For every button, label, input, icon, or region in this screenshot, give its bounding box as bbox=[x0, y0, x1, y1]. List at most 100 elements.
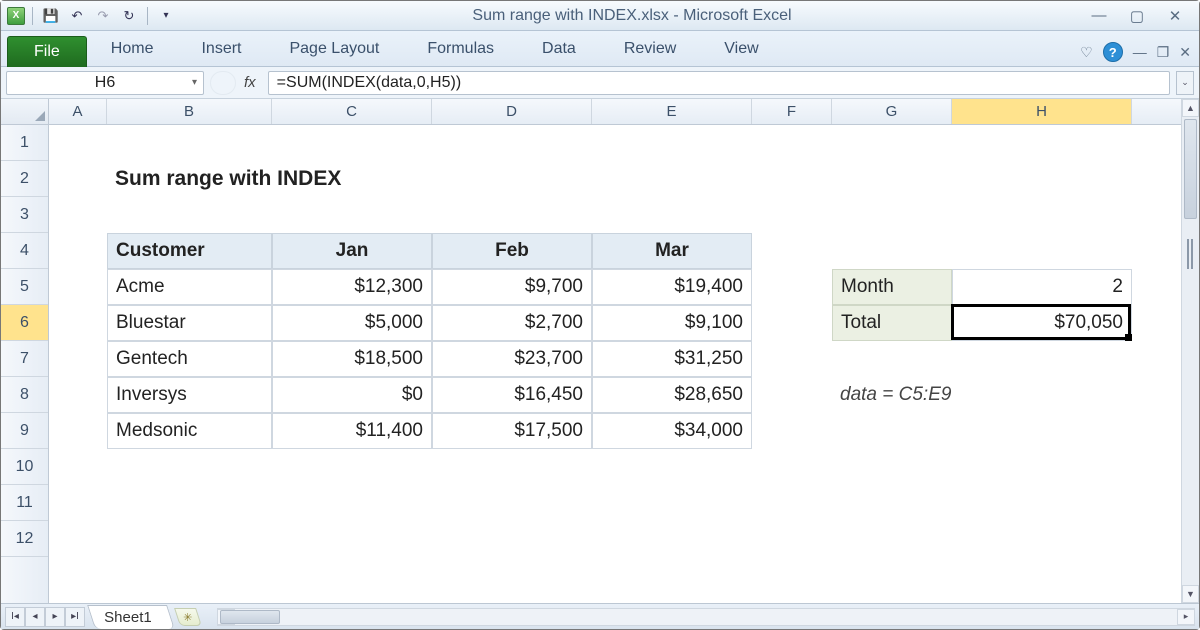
table-row-mar[interactable]: $28,650 bbox=[592, 377, 752, 413]
table-header-mar[interactable]: Mar bbox=[592, 233, 752, 269]
qat-separator bbox=[32, 7, 33, 25]
row-header-7[interactable]: 7 bbox=[1, 341, 48, 377]
page-title[interactable]: Sum range with INDEX bbox=[107, 161, 752, 197]
table-row-feb[interactable]: $9,700 bbox=[432, 269, 592, 305]
status-bar: I◂ ◂ ▸ ▸I Sheet1 ✳ ◂ ▸ bbox=[1, 603, 1199, 629]
window-title: Sum range with INDEX.xlsx - Microsoft Ex… bbox=[177, 7, 1087, 25]
col-header-D[interactable]: D bbox=[432, 99, 592, 124]
tab-view[interactable]: View bbox=[700, 32, 782, 66]
select-all-cell[interactable] bbox=[1, 99, 49, 125]
formula-input[interactable]: =SUM(INDEX(data,0,H5)) bbox=[268, 71, 1170, 95]
maximize-icon[interactable]: ▢ bbox=[1125, 7, 1149, 25]
col-header-F[interactable]: F bbox=[752, 99, 832, 124]
doc-close-icon[interactable]: ✕ bbox=[1179, 44, 1191, 61]
month-value[interactable]: 2 bbox=[952, 269, 1132, 305]
file-tab[interactable]: File bbox=[7, 36, 87, 67]
cancel-formula-icon[interactable] bbox=[210, 71, 236, 95]
col-header-G[interactable]: G bbox=[832, 99, 952, 124]
table-row-mar[interactable]: $31,250 bbox=[592, 341, 752, 377]
ribbon-minimize-icon[interactable]: ♡ bbox=[1080, 44, 1093, 61]
table-row-customer[interactable]: Medsonic bbox=[107, 413, 272, 449]
prev-sheet-icon[interactable]: ◂ bbox=[25, 607, 45, 627]
table-row-mar[interactable]: $9,100 bbox=[592, 305, 752, 341]
new-sheet-icon[interactable]: ✳ bbox=[174, 608, 202, 626]
undo-icon[interactable]: ↶ bbox=[66, 5, 88, 27]
sheet-tab[interactable]: Sheet1 bbox=[87, 605, 174, 629]
total-label[interactable]: Total bbox=[832, 305, 952, 341]
scroll-down-icon[interactable]: ▼ bbox=[1182, 585, 1199, 603]
vertical-scrollbar[interactable]: ▲ ▼ bbox=[1181, 99, 1199, 603]
row-header-8[interactable]: 8 bbox=[1, 377, 48, 413]
table-row-feb[interactable]: $23,700 bbox=[432, 341, 592, 377]
doc-minimize-icon[interactable]: — bbox=[1133, 44, 1147, 60]
tab-review[interactable]: Review bbox=[600, 32, 700, 66]
col-header-E[interactable]: E bbox=[592, 99, 752, 124]
table-row-customer[interactable]: Acme bbox=[107, 269, 272, 305]
table-row-feb[interactable]: $2,700 bbox=[432, 305, 592, 341]
redo-icon[interactable]: ↷ bbox=[92, 5, 114, 27]
minimize-icon[interactable]: — bbox=[1087, 7, 1111, 25]
col-header-H[interactable]: H bbox=[952, 99, 1132, 124]
qat-customize-icon[interactable]: ▾ bbox=[155, 5, 177, 27]
h-scroll-thumb[interactable] bbox=[220, 610, 280, 624]
table-row-feb[interactable]: $16,450 bbox=[432, 377, 592, 413]
expand-formula-icon[interactable]: ⌄ bbox=[1176, 71, 1194, 95]
table-header-jan[interactable]: Jan bbox=[272, 233, 432, 269]
doc-restore-icon[interactable]: ❐ bbox=[1157, 44, 1170, 61]
name-box[interactable]: H6 bbox=[6, 71, 204, 95]
row-header-2[interactable]: 2 bbox=[1, 161, 48, 197]
excel-icon[interactable]: X bbox=[7, 7, 25, 25]
named-range-note[interactable]: data = C5:E9 bbox=[832, 377, 1132, 413]
total-value[interactable]: $70,050 bbox=[952, 305, 1132, 341]
scroll-up-icon[interactable]: ▲ bbox=[1182, 99, 1199, 117]
col-header-B[interactable]: B bbox=[107, 99, 272, 124]
grid: ABCDEFGH 123456789101112 Sum range with … bbox=[1, 99, 1199, 603]
split-handle[interactable] bbox=[1187, 239, 1193, 269]
row-header-9[interactable]: 9 bbox=[1, 413, 48, 449]
title-bar: X 💾 ↶ ↷ ↻ ▾ Sum range with INDEX.xlsx - … bbox=[1, 1, 1199, 31]
table-row-jan[interactable]: $0 bbox=[272, 377, 432, 413]
row-header-3[interactable]: 3 bbox=[1, 197, 48, 233]
table-row-customer[interactable]: Bluestar bbox=[107, 305, 272, 341]
next-sheet-icon[interactable]: ▸ bbox=[45, 607, 65, 627]
tab-formulas[interactable]: Formulas bbox=[403, 32, 518, 66]
fx-icon[interactable]: fx bbox=[238, 74, 262, 91]
month-label[interactable]: Month bbox=[832, 269, 952, 305]
row-header-10[interactable]: 10 bbox=[1, 449, 48, 485]
table-row-jan[interactable]: $18,500 bbox=[272, 341, 432, 377]
table-row-jan[interactable]: $5,000 bbox=[272, 305, 432, 341]
refresh-icon[interactable]: ↻ bbox=[118, 5, 140, 27]
tab-data[interactable]: Data bbox=[518, 32, 600, 66]
table-header-customer[interactable]: Customer bbox=[107, 233, 272, 269]
col-header-C[interactable]: C bbox=[272, 99, 432, 124]
scroll-right-icon[interactable]: ▸ bbox=[1177, 609, 1195, 625]
table-row-customer[interactable]: Gentech bbox=[107, 341, 272, 377]
table-header-feb[interactable]: Feb bbox=[432, 233, 592, 269]
close-icon[interactable]: ✕ bbox=[1163, 7, 1187, 25]
first-sheet-icon[interactable]: I◂ bbox=[5, 607, 25, 627]
last-sheet-icon[interactable]: ▸I bbox=[65, 607, 85, 627]
tab-page-layout[interactable]: Page Layout bbox=[265, 32, 403, 66]
row-header-4[interactable]: 4 bbox=[1, 233, 48, 269]
row-header-6[interactable]: 6 bbox=[1, 305, 48, 341]
table-row-mar[interactable]: $19,400 bbox=[592, 269, 752, 305]
formula-bar: H6 fx =SUM(INDEX(data,0,H5)) ⌄ bbox=[1, 67, 1199, 99]
ribbon-tabs: File Home Insert Page Layout Formulas Da… bbox=[1, 31, 1199, 67]
table-row-feb[interactable]: $17,500 bbox=[432, 413, 592, 449]
save-icon[interactable]: 💾 bbox=[40, 5, 62, 27]
horizontal-scrollbar[interactable]: ◂ ▸ bbox=[217, 608, 1195, 626]
row-header-5[interactable]: 5 bbox=[1, 269, 48, 305]
table-row-jan[interactable]: $12,300 bbox=[272, 269, 432, 305]
row-header-11[interactable]: 11 bbox=[1, 485, 48, 521]
table-row-mar[interactable]: $34,000 bbox=[592, 413, 752, 449]
tab-insert[interactable]: Insert bbox=[177, 32, 265, 66]
table-row-jan[interactable]: $11,400 bbox=[272, 413, 432, 449]
table-row-customer[interactable]: Inversys bbox=[107, 377, 272, 413]
help-icon[interactable]: ? bbox=[1103, 42, 1123, 62]
cells[interactable]: Sum range with INDEX CustomerJanFebMar Acm… bbox=[49, 125, 1181, 603]
tab-home[interactable]: Home bbox=[87, 32, 178, 66]
col-header-A[interactable]: A bbox=[49, 99, 107, 124]
row-header-1[interactable]: 1 bbox=[1, 125, 48, 161]
v-scroll-thumb[interactable] bbox=[1184, 119, 1197, 219]
row-header-12[interactable]: 12 bbox=[1, 521, 48, 557]
